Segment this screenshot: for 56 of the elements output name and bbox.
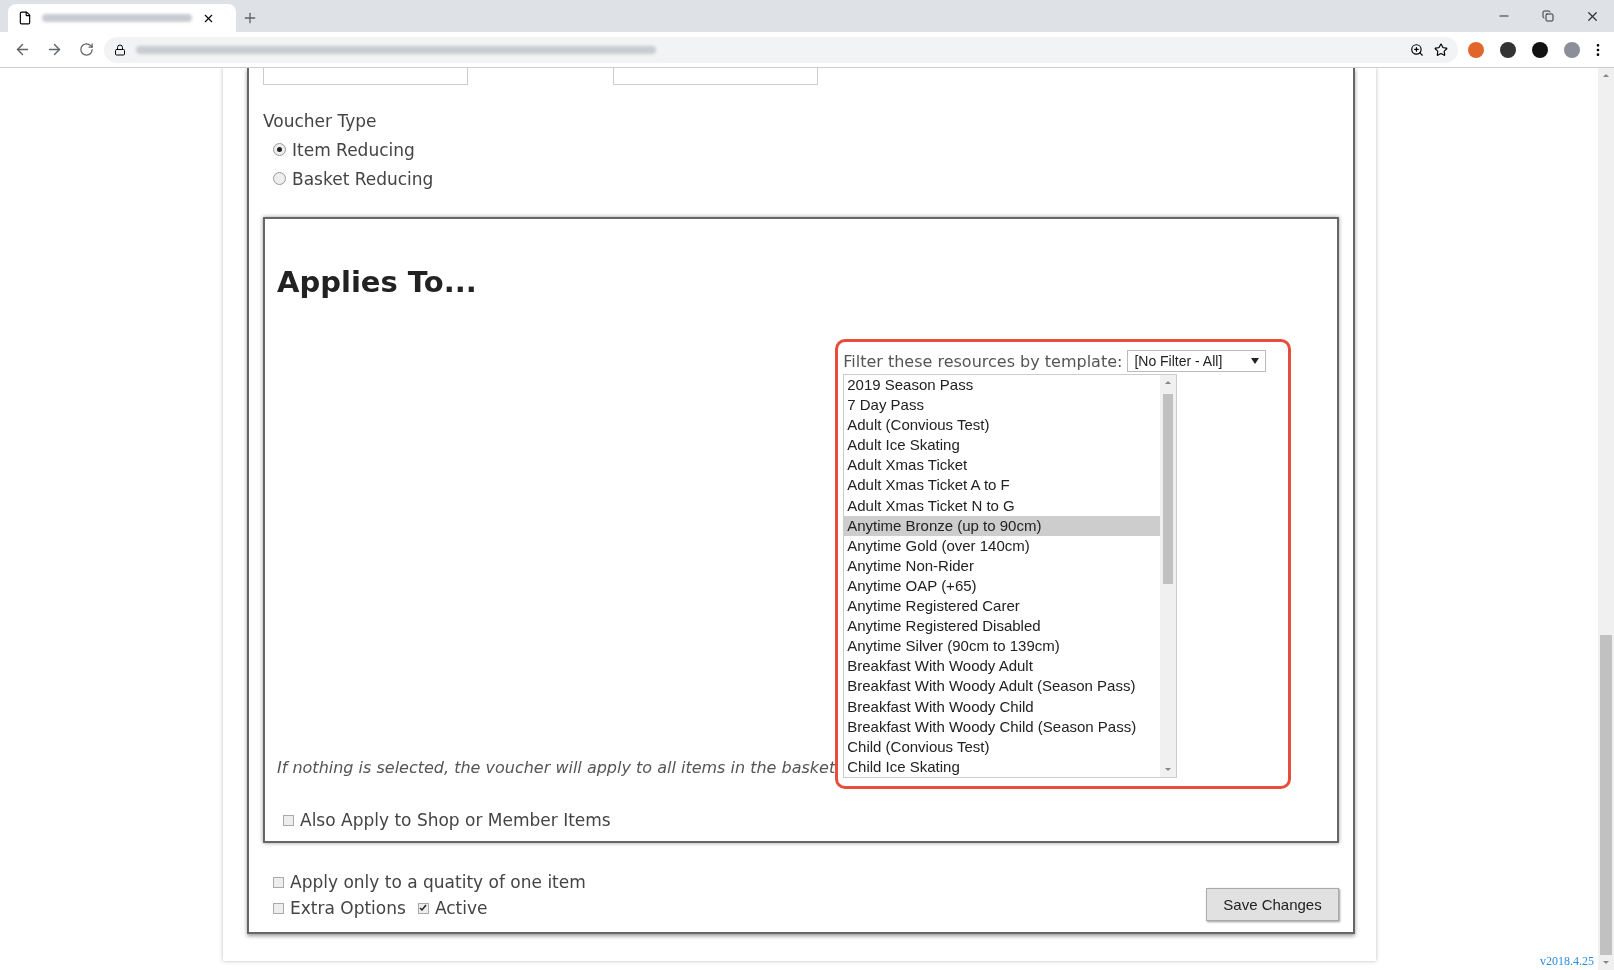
hint-text: If nothing is selected, the voucher will apply to all items in the basket	[277, 758, 836, 777]
reload-icon[interactable]	[78, 42, 94, 57]
radio-button[interactable]	[273, 143, 286, 156]
list-item[interactable]: Adult Xmas Ticket A to F	[844, 475, 1161, 496]
date-field[interactable]	[613, 68, 818, 85]
list-item[interactable]: Anytime Registered Carer	[844, 596, 1161, 617]
resource-listbox[interactable]	[843, 374, 1178, 778]
list-item[interactable]: Anytime OAP (+65)	[844, 575, 1161, 597]
list-item[interactable]: Adult Xmas Ticket N to G	[844, 495, 1161, 516]
date-field[interactable]	[263, 68, 468, 85]
extension-icon[interactable]	[1532, 41, 1548, 58]
list-item[interactable]: Child (Convious Test)	[844, 736, 1161, 757]
list-item[interactable]: Anytime Silver (90cm to 139cm)	[844, 636, 1161, 657]
list-item[interactable]: Breakfast With Woody Adult (Season Pass)	[844, 676, 1161, 697]
section-heading: Applies To...	[277, 265, 478, 299]
save-button[interactable]: Save Changes	[1206, 888, 1339, 921]
list-item[interactable]: Anytime Bronze (up to 90cm)	[844, 515, 1161, 536]
list-item[interactable]: Adult Xmas Ticket	[844, 455, 1161, 476]
version-text: v2018.4.25	[1540, 954, 1594, 969]
list-item[interactable]: Adult (Convious Test)	[844, 415, 1161, 436]
checkbox-label: Also Apply to Shop or Member Items	[300, 810, 611, 830]
extension-icon[interactable]	[1500, 41, 1516, 58]
avatar-icon[interactable]	[1564, 41, 1580, 58]
list-item[interactable]: 2019 Season Pass	[844, 375, 1161, 396]
checkbox[interactable]	[273, 902, 284, 914]
list-item[interactable]: Adult Ice Skating	[844, 435, 1161, 456]
list-item[interactable]: Breakfast With Woody Adult	[844, 656, 1161, 677]
zoom-icon[interactable]	[1410, 42, 1424, 57]
filter-label: Filter these resources by template:	[843, 351, 1123, 371]
list-item[interactable]: Anytime Non-Rider	[844, 555, 1161, 576]
checkbox-label: Active	[434, 898, 488, 918]
checkbox-label: Apply only to a quatity of one item	[290, 872, 586, 892]
scrollbar[interactable]	[1160, 375, 1177, 777]
template-dropdown[interactable]: [No Filter - All]	[1127, 350, 1267, 372]
checkbox[interactable]	[283, 814, 294, 826]
checkbox[interactable]	[273, 876, 284, 888]
radio-label: Basket Reducing	[292, 168, 434, 189]
list-item[interactable]: Child Ice Skating	[844, 756, 1161, 777]
restore-icon[interactable]	[1542, 10, 1554, 22]
list-item[interactable]: Breakfast With Woody Child	[844, 696, 1161, 717]
caret-icon	[1251, 358, 1260, 364]
field-label: Voucher Type	[263, 111, 378, 131]
list-item[interactable]: Breakfast With Woody Child (Season Pass)	[844, 716, 1161, 737]
checkbox[interactable]	[417, 902, 429, 914]
check-icon	[419, 904, 428, 912]
page-scrollbar[interactable]	[1598, 68, 1614, 970]
star-icon[interactable]	[1434, 42, 1448, 57]
list-item[interactable]: 7 Day Pass	[844, 395, 1161, 416]
list-item[interactable]: Anytime Gold (over 140cm)	[844, 535, 1161, 556]
radio-label: Item Reducing	[292, 139, 415, 160]
radio-button[interactable]	[273, 172, 286, 185]
page-icon	[18, 11, 32, 25]
list-item[interactable]: Anytime Registered Disabled	[844, 616, 1161, 637]
checkbox-label: Extra Options	[290, 898, 406, 918]
lock-icon	[114, 43, 126, 56]
new-tab-icon[interactable]	[242, 10, 258, 26]
